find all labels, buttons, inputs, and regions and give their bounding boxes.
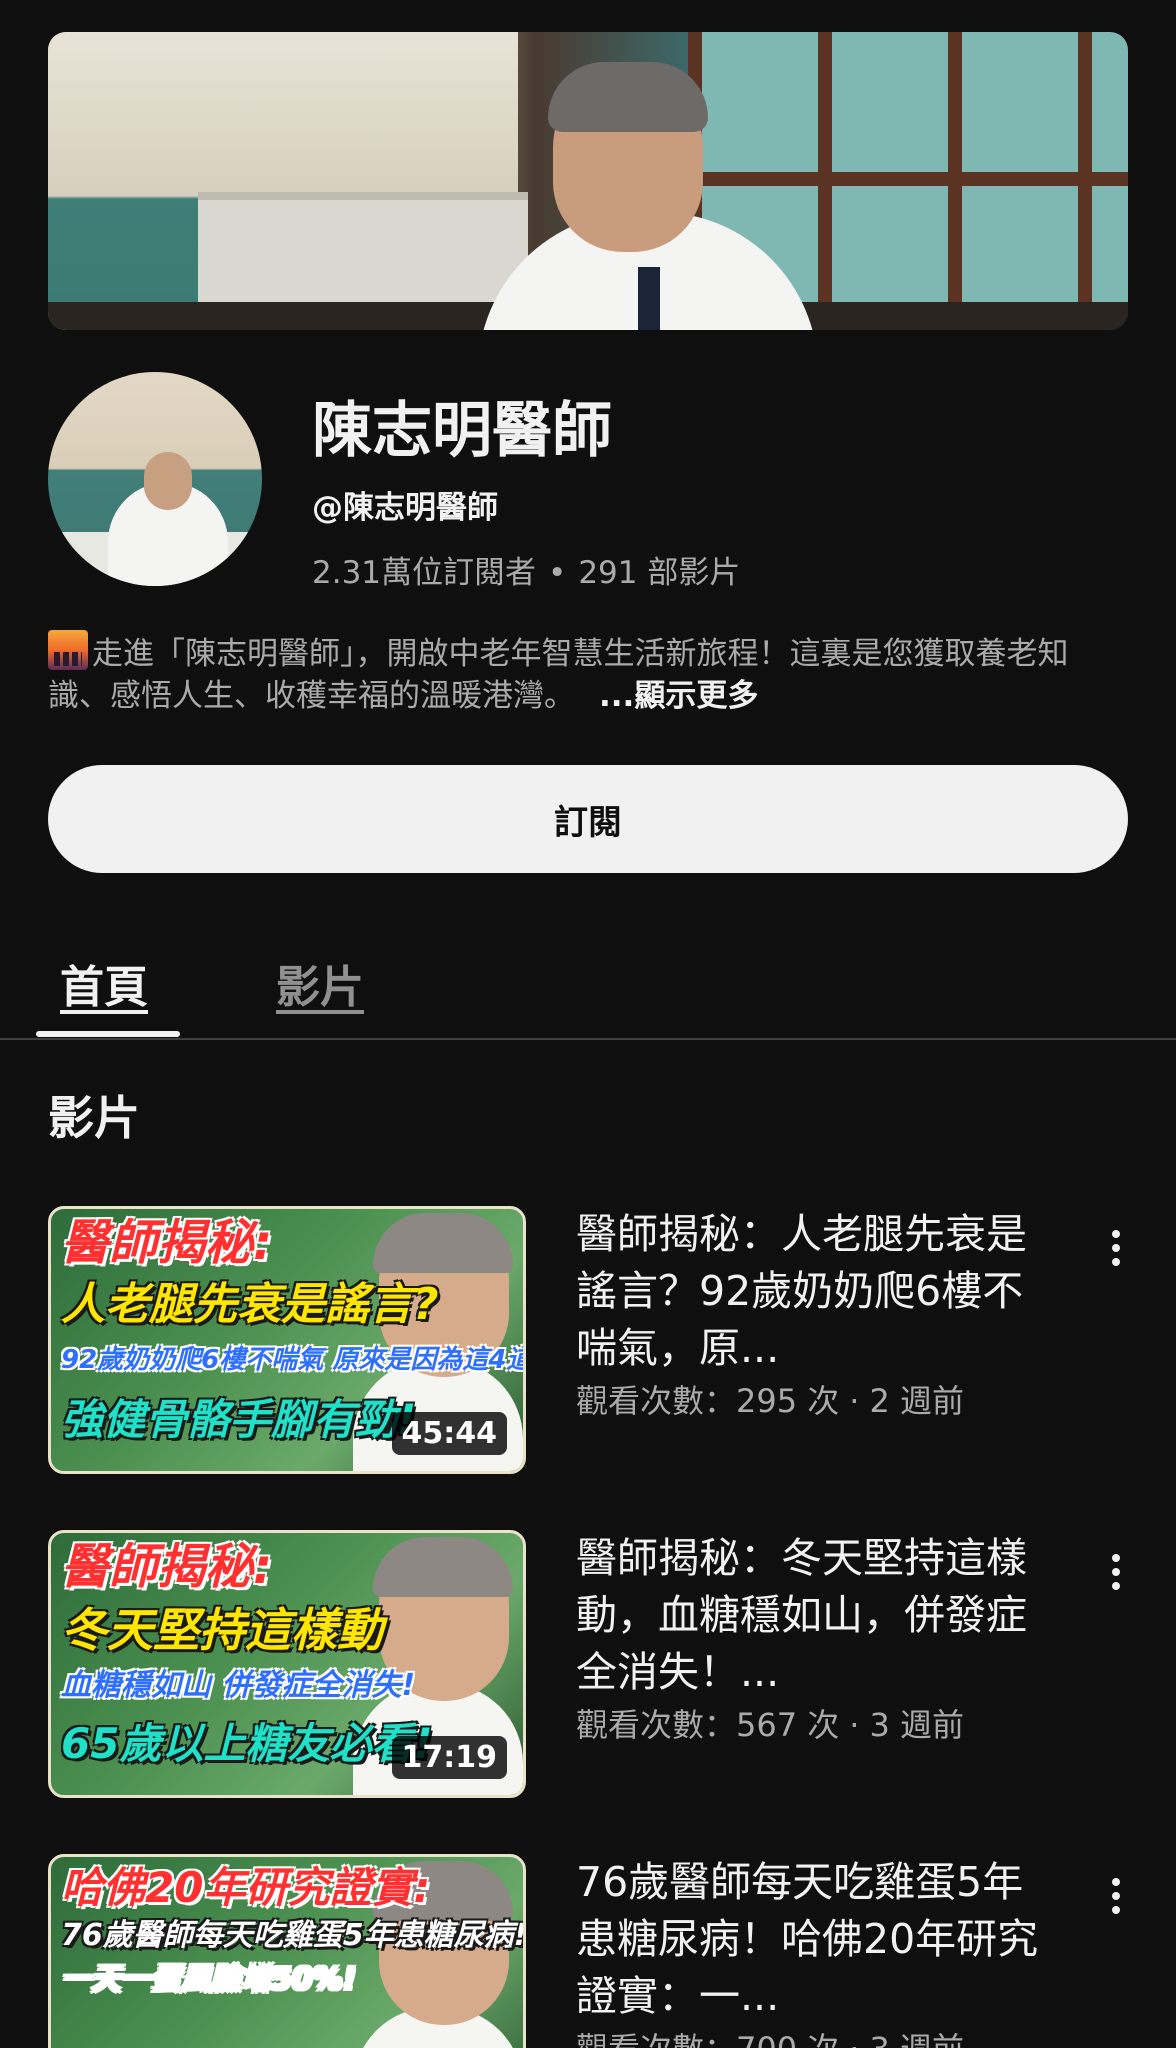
- thumbnail-text: 強健骨骼手腳有勁!: [61, 1395, 417, 1444]
- active-tab-indicator: [36, 1031, 180, 1037]
- channel-name: 陳志明醫師: [312, 396, 612, 466]
- channel-tabs: 首頁 影片: [0, 930, 1176, 1040]
- meta-separator: ·: [849, 1382, 860, 1420]
- thumbnail-text: 哈佛20年研究證實:: [61, 1863, 431, 1912]
- video-thumbnail[interactable]: 醫師揭秘: 冬天堅持這樣動 血糖穩如山 併發症全消失! 65歲以上糖友必看! 1…: [48, 1530, 526, 1798]
- video-meta: 觀看次數：567 次 · 3 週前: [576, 1700, 1076, 1746]
- meta-separator: ·: [849, 2030, 859, 2048]
- video-thumbnail[interactable]: 醫師揭秘: 人老腿先衰是謠言? 92歲奶奶爬6樓不喘氣 原來是因為這4道菜 強健…: [48, 1206, 526, 1474]
- thumbnail-text: 醫師揭秘:: [61, 1539, 273, 1595]
- thumbnail-text: 人老腿先衰是謠言?: [61, 1279, 439, 1330]
- video-item[interactable]: 醫師揭秘: 冬天堅持這樣動 血糖穩如山 併發症全消失! 65歲以上糖友必看! 1…: [0, 1530, 1176, 1800]
- thumbnail-text: 65歲以上糖友必看!: [61, 1719, 433, 1768]
- channel-avatar[interactable]: [48, 372, 262, 586]
- video-thumbnail[interactable]: 哈佛20年研究證實: 76歲醫師每天吃雞蛋5年患糖尿病! 一天一蛋風險增50%!: [48, 1854, 526, 2048]
- video-meta: 觀看次數：700 次 · 3 週前: [576, 2024, 1076, 2048]
- video-title[interactable]: 醫師揭秘：冬天堅持這樣動，血糖穩如山，併發症全消失！...: [576, 1530, 1056, 1701]
- video-duration: 17:19: [391, 1736, 507, 1779]
- thumbnail-text: 76歲醫師每天吃雞蛋5年患糖尿病!: [61, 1918, 526, 1953]
- video-duration: 45:44: [391, 1412, 507, 1455]
- thumbnail-text: 醫師揭秘:: [61, 1215, 273, 1271]
- description-text: 走進「陳志明醫師」，開啟中老年智慧生活新旅程！這裏是您獲取養老知識、感悟人生、收…: [48, 636, 1069, 714]
- tab-videos[interactable]: 影片: [276, 930, 364, 1036]
- thumbnail-text: 冬天堅持這樣動: [61, 1603, 383, 1657]
- subscribe-button[interactable]: 訂閱: [48, 765, 1128, 873]
- sunset-icon: [48, 630, 88, 670]
- video-item[interactable]: 醫師揭秘: 人老腿先衰是謠言? 92歲奶奶爬6樓不喘氣 原來是因為這4道菜 強健…: [0, 1206, 1176, 1476]
- upload-age: 3 週前: [869, 1706, 964, 1744]
- show-more-link[interactable]: ...顯示更多: [599, 678, 758, 714]
- channel-handle: @陳志明醫師: [312, 490, 498, 526]
- view-count: 觀看次數：567 次: [576, 1706, 840, 1744]
- more-options-icon[interactable]: [1098, 1216, 1134, 1280]
- thumbnail-text: 一天一蛋風險增50%!: [61, 1962, 357, 1997]
- video-title[interactable]: 76歲醫師每天吃雞蛋5年患糖尿病！哈佛20年研究證實：一...: [576, 1854, 1056, 2025]
- upload-age: 3 週前: [869, 2030, 964, 2048]
- video-meta: 觀看次數：295 次 · 2 週前: [576, 1376, 1076, 1422]
- video-count: 291 部影片: [578, 555, 741, 591]
- channel-banner: [48, 32, 1128, 330]
- more-options-icon[interactable]: [1098, 1540, 1134, 1604]
- view-count: 觀看次數：295 次: [576, 1382, 840, 1420]
- section-title: 影片: [48, 1091, 140, 1145]
- stats-separator: •: [548, 555, 567, 591]
- thumbnail-text: 血糖穩如山 併發症全消失!: [61, 1668, 416, 1703]
- more-options-icon[interactable]: [1098, 1864, 1134, 1928]
- meta-separator: ·: [849, 1706, 860, 1744]
- view-count: 觀看次數：700 次: [576, 2030, 839, 2048]
- upload-age: 2 週前: [869, 1382, 964, 1420]
- channel-description[interactable]: 走進「陳志明醫師」，開啟中老年智慧生活新旅程！這裏是您獲取養老知識、感悟人生、收…: [48, 630, 1128, 717]
- channel-page: 陳志明醫師 @陳志明醫師 2.31萬位訂閱者 • 291 部影片 走進「陳志明醫師」…: [0, 0, 1176, 2048]
- thumbnail-text: 92歲奶奶爬6樓不喘氣 原來是因為這4道菜: [61, 1345, 526, 1375]
- video-item[interactable]: 哈佛20年研究證實: 76歲醫師每天吃雞蛋5年患糖尿病! 一天一蛋風險增50%!…: [0, 1854, 1176, 2048]
- channel-stats: 2.31萬位訂閱者 • 291 部影片: [312, 547, 740, 592]
- subscriber-count: 2.31萬位訂閱者: [312, 555, 537, 591]
- tab-home[interactable]: 首頁: [60, 930, 148, 1036]
- video-title[interactable]: 醫師揭秘：人老腿先衰是謠言？92歲奶奶爬6樓不喘氣，原...: [576, 1206, 1056, 1377]
